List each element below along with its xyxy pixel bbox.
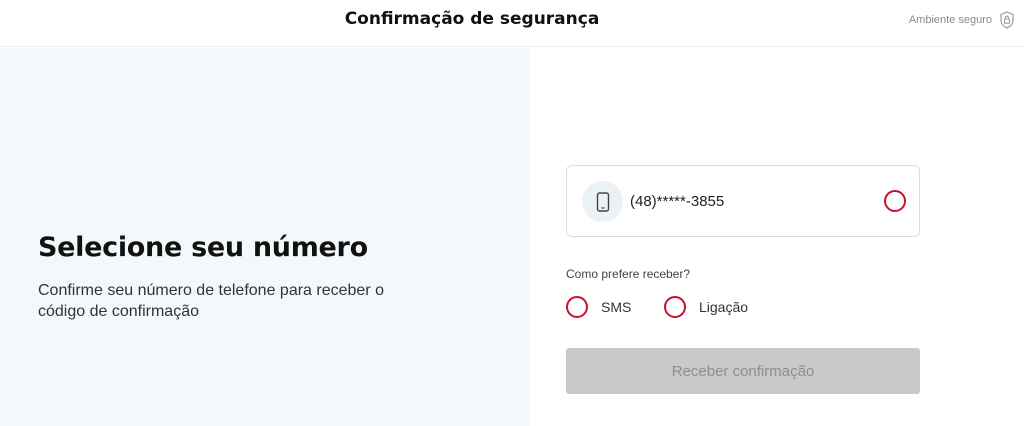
top-bar: Confirmação de segurança Ambiente seguro [0,0,1024,47]
receive-confirmation-button[interactable]: Receber confirmação [566,348,920,394]
intro-panel: Selecione seu número Confirme seu número… [0,48,529,426]
section-description: Confirme seu número de telefone para rec… [38,282,384,320]
page-title: Confirmação de segurança [344,9,600,29]
sms-radio[interactable] [566,296,588,318]
phone-number-radio[interactable] [884,190,906,212]
phone-number-text: (48)*****-3855 [630,193,725,210]
sms-label: SMS [601,299,632,315]
section-heading: Selecione seu número [38,232,368,263]
delivery-method-question: Como prefere receber? [566,267,691,281]
smartphone-icon [582,181,623,222]
delivery-option-call[interactable]: Ligação [664,296,748,318]
secure-environment-indicator: Ambiente seguro [909,11,1014,29]
selection-panel: (48)*****-3855 Como prefere receber? SMS… [529,48,1024,426]
lock-shield-icon [1000,11,1014,29]
delivery-option-sms[interactable]: SMS [566,296,631,318]
phone-number-option[interactable]: (48)*****-3855 [566,165,920,237]
call-radio[interactable] [664,296,686,318]
call-label: Ligação [699,299,749,315]
secure-label: Ambiente seguro [908,14,992,26]
